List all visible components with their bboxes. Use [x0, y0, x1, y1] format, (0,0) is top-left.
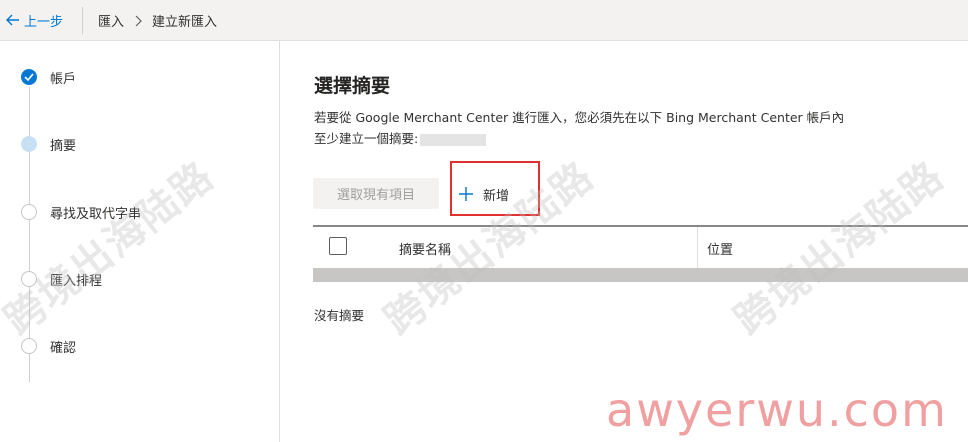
top-bar: 上一步 匯入 建立新匯入 [0, 0, 968, 41]
arrow-left-icon [6, 14, 19, 26]
step-label: 確認 [50, 340, 77, 356]
breadcrumb-import[interactable]: 匯入 [98, 11, 124, 30]
select-existing-button[interactable]: 選取現有項目 [313, 178, 439, 209]
select-all-checkbox[interactable] [329, 237, 347, 255]
page-title: 選擇摘要 [314, 75, 391, 97]
pending-step-icon [21, 204, 37, 220]
column-header-location[interactable]: 位置 [707, 239, 733, 258]
watermark-site: awyerwu.com [606, 383, 948, 437]
column-divider [697, 227, 698, 268]
page-description: 若要從 Google Merchant Center 進行匯入，您必須先在以下 … [314, 107, 844, 149]
checkmark-icon [21, 69, 37, 85]
breadcrumb-create-import: 建立新匯入 [152, 15, 218, 30]
back-button[interactable]: 上一步 [6, 11, 64, 30]
step-label: 帳戶 [50, 71, 77, 87]
divider [82, 7, 83, 34]
breadcrumb: 匯入 建立新匯入 [98, 11, 217, 30]
description-line-1: 若要從 Google Merchant Center 進行匯入，您必須先在以下 … [314, 110, 845, 125]
empty-state-text: 沒有摘要 [314, 308, 365, 323]
back-label: 上一步 [24, 14, 64, 30]
chevron-right-icon [134, 15, 142, 27]
step-label: 摘要 [50, 138, 77, 154]
current-step-icon [21, 136, 37, 152]
description-line-2: 至少建立一個摘要: [314, 128, 844, 149]
redacted-account-name [420, 133, 487, 146]
